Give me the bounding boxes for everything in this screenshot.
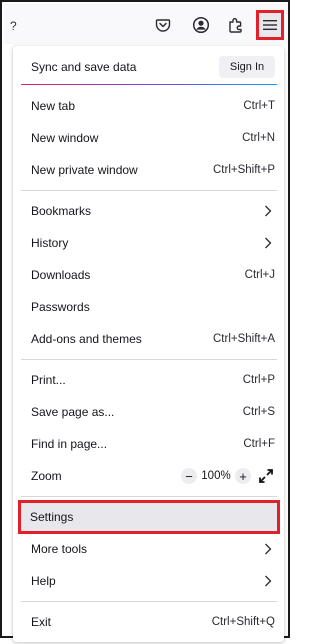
find-in-page-shortcut: Ctrl+F — [243, 438, 275, 450]
zoom-controls: − 100% + — [181, 467, 275, 485]
pocket-icon[interactable] — [150, 12, 176, 38]
new-private-window-shortcut: Ctrl+Shift+P — [213, 164, 275, 176]
passwords-label: Passwords — [31, 300, 90, 314]
exit-shortcut: Ctrl+Shift+Q — [211, 616, 275, 628]
menu-item-new-private-window[interactable]: New private window Ctrl+Shift+P — [21, 155, 277, 185]
new-private-window-label: New private window — [31, 163, 138, 177]
separator — [21, 190, 277, 191]
separator — [21, 496, 277, 497]
sign-in-button[interactable]: Sign In — [219, 56, 275, 78]
menu-item-print[interactable]: Print... Ctrl+P — [21, 365, 277, 395]
menu-item-downloads[interactable]: Downloads Ctrl+J — [21, 260, 277, 290]
separator — [21, 601, 277, 602]
menu-item-zoom: Zoom − 100% + — [21, 461, 277, 491]
menu-item-find-in-page[interactable]: Find in page... Ctrl+F — [21, 429, 277, 459]
save-page-label: Save page as... — [31, 405, 115, 419]
hamburger-menu-icon[interactable] — [256, 10, 284, 40]
downloads-label: Downloads — [31, 268, 91, 282]
menu-item-settings[interactable]: Settings — [18, 500, 280, 534]
menu-item-new-tab[interactable]: New tab Ctrl+T — [21, 91, 277, 121]
zoom-reset-button[interactable]: 100% — [197, 470, 235, 482]
find-in-page-label: Find in page... — [31, 437, 108, 451]
exit-label: Exit — [31, 615, 52, 629]
bookmarks-label: Bookmarks — [31, 204, 92, 218]
print-label: Print... — [31, 373, 66, 387]
separator — [21, 359, 277, 360]
addons-shortcut: Ctrl+Shift+A — [213, 333, 275, 345]
new-tab-label: New tab — [31, 99, 76, 113]
more-tools-label: More tools — [31, 542, 88, 556]
menu-item-more-tools[interactable]: More tools — [21, 534, 277, 564]
menu-item-save-page-as[interactable]: Save page as... Ctrl+S — [21, 397, 277, 427]
chevron-right-icon — [261, 542, 275, 556]
menu-item-new-window[interactable]: New window Ctrl+N — [21, 123, 277, 153]
menu-item-bookmarks[interactable]: Bookmarks — [21, 196, 277, 226]
menu-item-passwords[interactable]: Passwords — [21, 292, 277, 322]
new-window-shortcut: Ctrl+N — [242, 132, 275, 144]
new-tab-shortcut: Ctrl+T — [243, 100, 275, 112]
menu-item-history[interactable]: History — [21, 228, 277, 258]
menu-item-help[interactable]: Help — [21, 566, 277, 596]
truncated-toolbar-glyph: ? — [10, 19, 17, 33]
sync-separator — [21, 84, 277, 85]
settings-label: Settings — [30, 510, 74, 524]
account-icon[interactable] — [188, 12, 214, 38]
app-menu-panel: Sync and save data Sign In New tab Ctrl+… — [13, 46, 284, 642]
help-label: Help — [31, 574, 56, 588]
chevron-right-icon — [261, 204, 275, 218]
sync-row: Sync and save data Sign In — [21, 52, 277, 82]
print-shortcut: Ctrl+P — [242, 374, 275, 386]
zoom-in-button[interactable]: + — [235, 468, 251, 484]
new-window-label: New window — [31, 131, 99, 145]
zoom-label: Zoom — [31, 469, 62, 483]
toolbar: ? — [4, 4, 288, 44]
browser-window: ? Sync and save data Sign In New tab Ctr… — [0, 0, 290, 642]
downloads-shortcut: Ctrl+J — [244, 269, 275, 281]
addons-label: Add-ons and themes — [31, 332, 142, 346]
save-page-shortcut: Ctrl+S — [242, 406, 275, 418]
history-label: History — [31, 236, 69, 250]
zoom-out-button[interactable]: − — [181, 468, 197, 484]
chevron-right-icon — [261, 574, 275, 588]
chevron-right-icon — [261, 236, 275, 250]
fullscreen-icon[interactable] — [257, 467, 275, 485]
menu-item-addons-and-themes[interactable]: Add-ons and themes Ctrl+Shift+A — [21, 324, 277, 354]
extensions-icon[interactable] — [223, 12, 249, 38]
menu-item-exit[interactable]: Exit Ctrl+Shift+Q — [21, 607, 277, 637]
